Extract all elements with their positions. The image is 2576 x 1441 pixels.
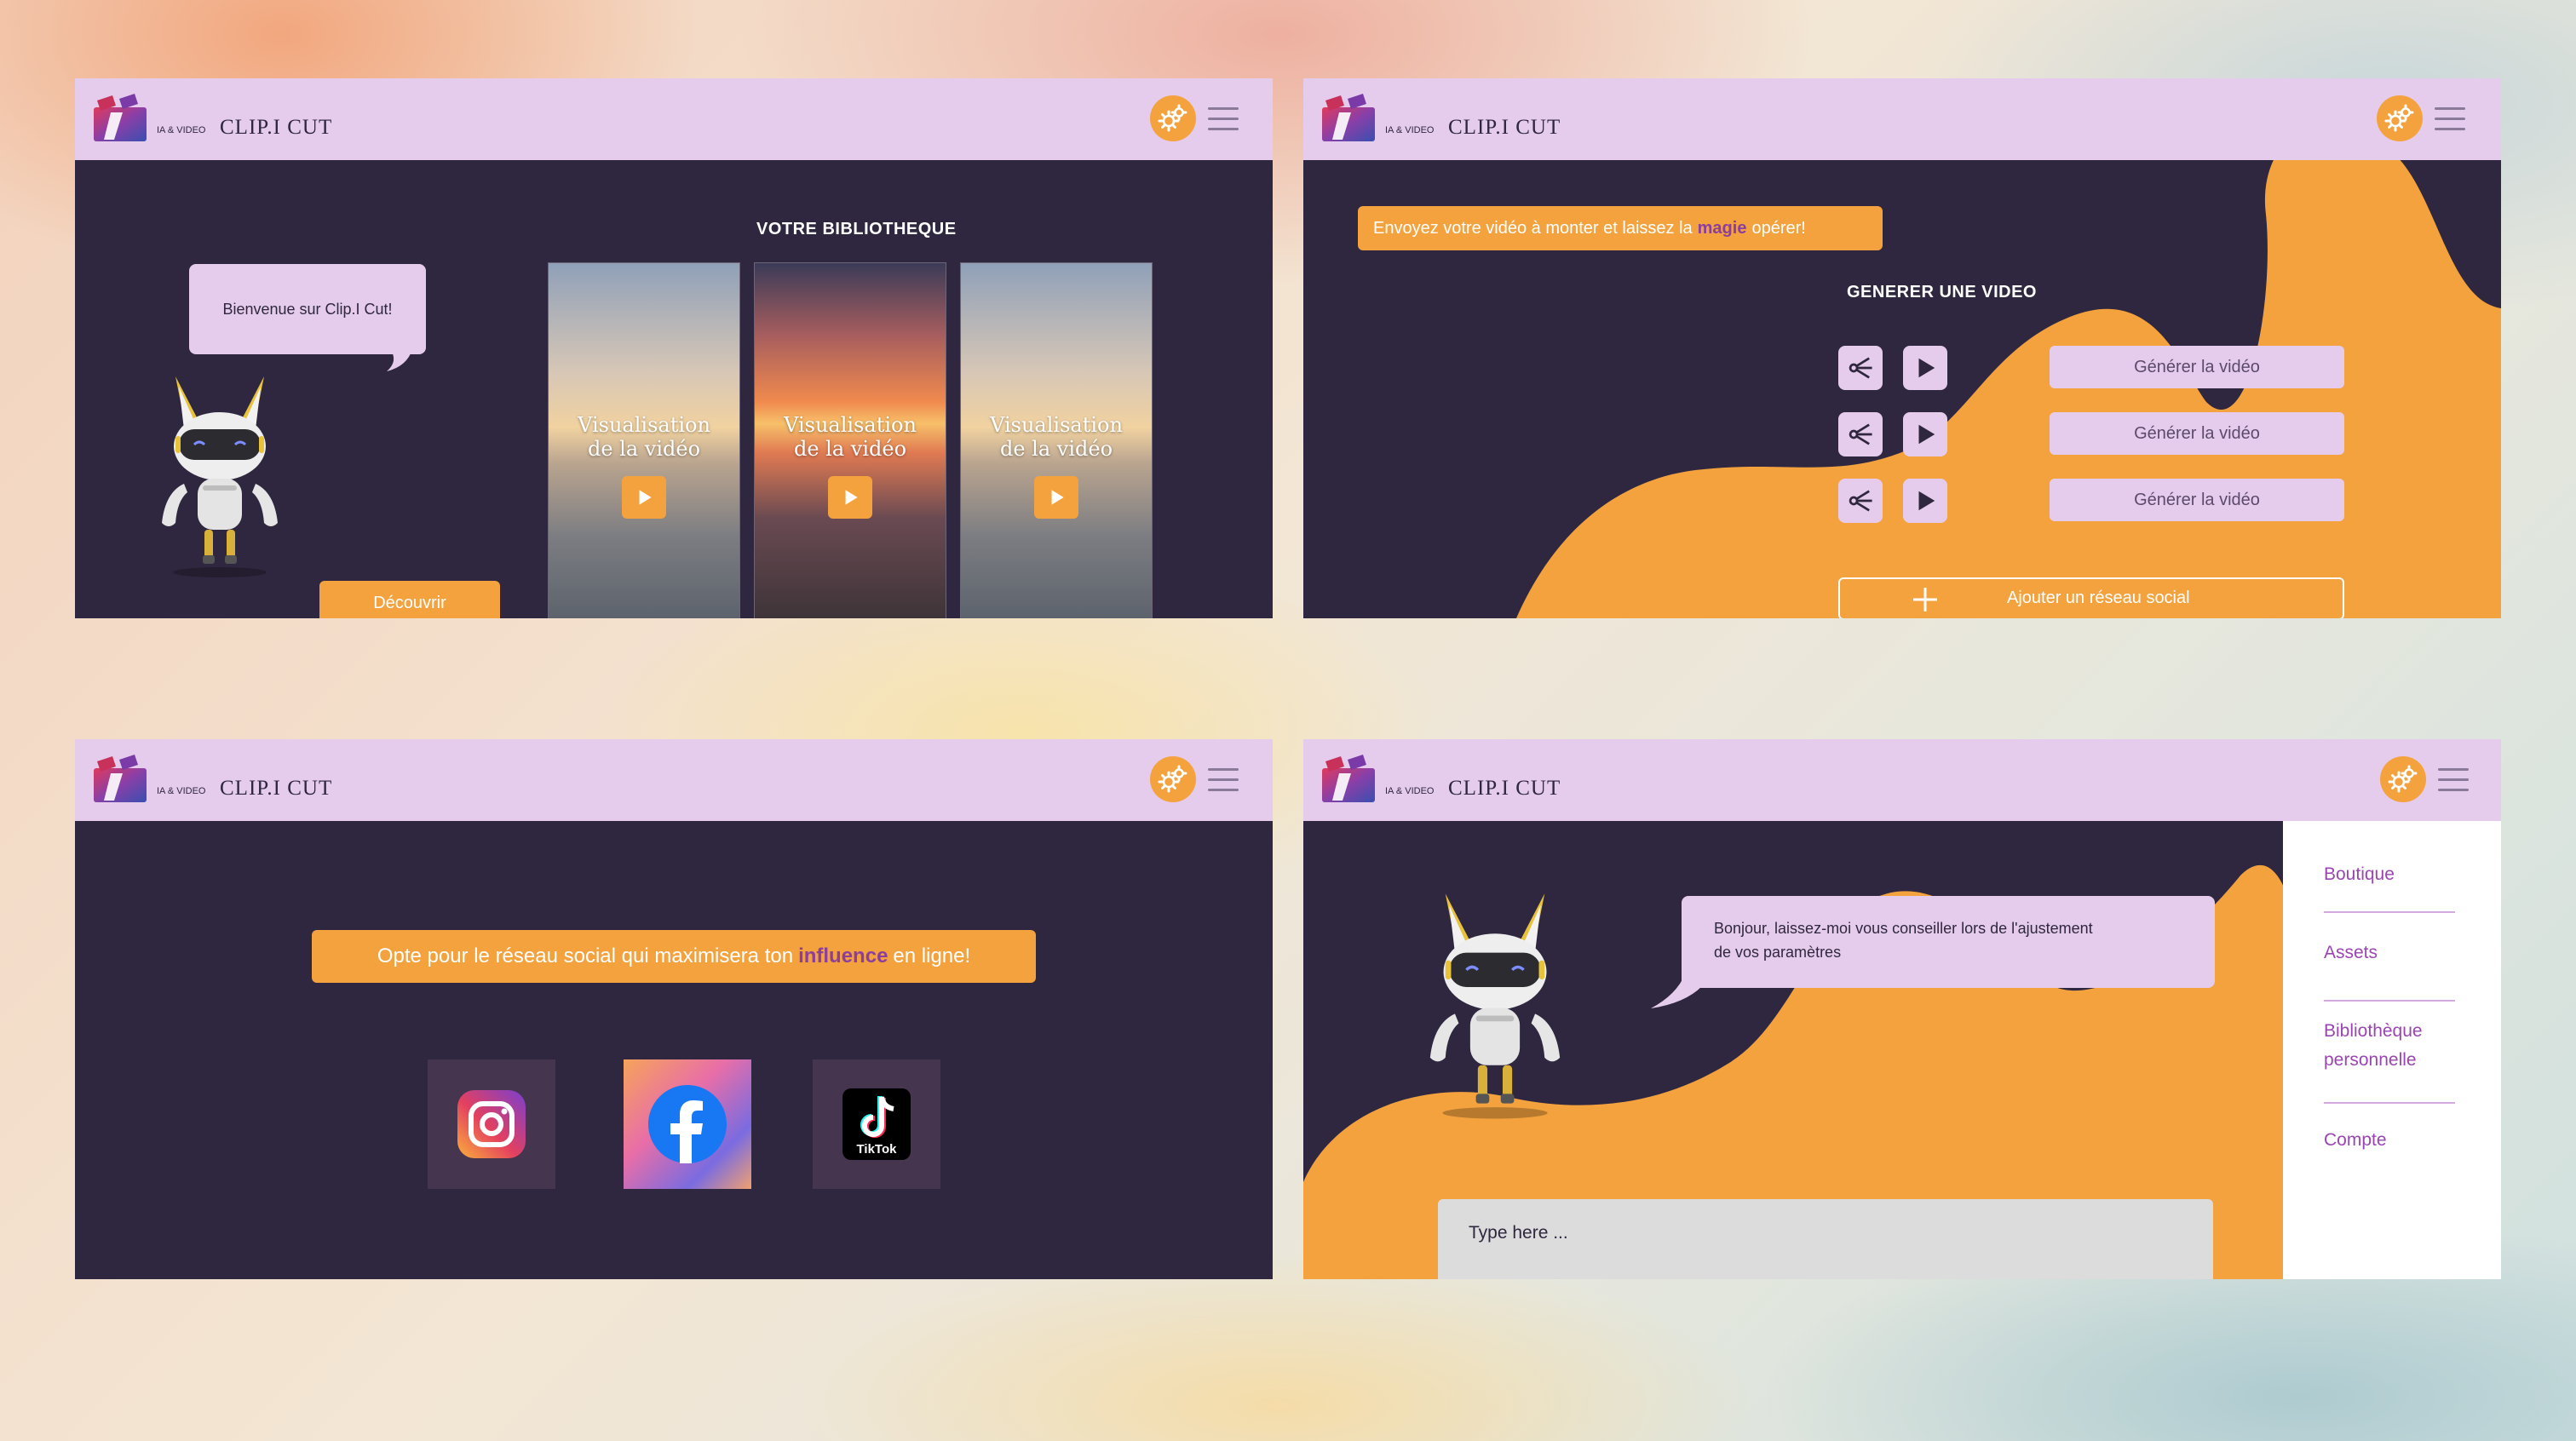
greeting-text: Bienvenue sur Clip.I Cut! [222,300,393,318]
video-caption: Visualisation de la vidéo [990,413,1123,461]
brand-tagline: IA & VIDEO [157,125,206,135]
social-choice-screen: IA & VIDEO CLIP.I CUT Opte pour le résea… [75,739,1273,1279]
video-caption: Visualisation de la vidéo [784,413,917,461]
app-header: IA & VIDEO CLIP.I CUT [75,739,1273,821]
side-menu: Boutique Assets Bibliothèque personnelle… [2283,821,2501,1279]
generate-video-button[interactable]: Générer la vidéo [2050,479,2344,521]
clip-logo-icon[interactable] [1322,94,1375,141]
settings-button[interactable] [2380,756,2426,802]
instagram-icon [457,1090,526,1158]
instagram-option[interactable] [428,1059,555,1189]
greeting-bubble: Bienvenue sur Clip.I Cut! [189,264,426,354]
app-header: IA & VIDEO CLIP.I CUT [75,78,1273,160]
tiktok-label: TikTok [857,1142,898,1157]
menu-divider [2324,1000,2455,1002]
share-icon [1846,486,1875,515]
gears-icon [2383,101,2417,135]
play-button[interactable] [622,476,666,519]
clip-logo-icon[interactable] [94,755,147,802]
hamburger-menu-icon[interactable] [1208,107,1239,131]
brand-name: CLIP.I CUT [1448,777,1561,800]
brand-name: CLIP.I CUT [1448,116,1561,139]
share-button[interactable] [1838,346,1883,390]
bubble-tail [387,349,412,371]
clip-logo-icon[interactable] [1322,755,1375,802]
discover-button[interactable]: Découvrir [319,581,500,618]
video-caption: Visualisation de la vidéo [578,413,710,461]
play-icon [1912,422,1938,447]
clip-logo-icon[interactable] [94,94,147,141]
discover-label: Découvrir [373,593,446,612]
generate-video-button[interactable]: Générer la vidéo [2050,412,2344,455]
settings-button[interactable] [2377,95,2423,141]
share-icon [1846,353,1875,382]
video-thumbnail[interactable]: Visualisation de la vidéo [754,262,946,618]
video-thumbnail[interactable]: Visualisation de la vidéo [548,262,740,618]
brand-name: CLIP.I CUT [220,777,333,800]
tiktok-option[interactable]: TikTok [813,1059,940,1189]
share-icon [1846,420,1875,449]
chat-input-placeholder: Type here ... [1469,1223,1568,1243]
plus-icon [1913,588,1937,611]
play-icon [839,486,861,508]
brand-tagline: IA & VIDEO [157,786,206,796]
play-button[interactable] [1903,346,1947,390]
play-button[interactable] [1903,412,1947,456]
library-screen: IA & VIDEO CLIP.I CUT Bienvenue sur Clip… [75,78,1273,618]
generate-video-button[interactable]: Générer la vidéo [2050,346,2344,388]
add-social-label: Ajouter un réseau social [2007,588,2190,607]
brand-name: CLIP.I CUT [220,116,333,139]
bubble-tail [1651,974,1702,1008]
settings-button[interactable] [1150,95,1196,141]
menu-item-boutique[interactable]: Boutique [2324,860,2455,889]
social-banner: Opte pour le réseau social qui maximiser… [312,930,1036,983]
tiktok-icon: TikTok [842,1088,911,1160]
gears-icon [1156,101,1190,135]
assistant-screen: IA & VIDEO CLIP.I CUT Bonjour, laissez-m… [1303,739,2501,1279]
robot-mascot [135,368,305,581]
brand-tagline: IA & VIDEO [1385,125,1435,135]
robot-mascot [1397,884,1593,1122]
generate-screen: IA & VIDEO CLIP.I CUT Envoyez votre vidé… [1303,78,2501,618]
menu-item-personal-library[interactable]: Bibliothèque personnelle [2324,1017,2455,1075]
menu-divider [2324,1102,2455,1104]
play-button[interactable] [828,476,872,519]
hamburger-menu-icon[interactable] [2438,768,2469,792]
play-icon [1912,355,1938,381]
generate-title: GENERER UNE VIDEO [1847,283,2037,301]
assistant-message-bubble: Bonjour, laissez-moi vous conseiller lor… [1682,896,2215,988]
hamburger-menu-icon[interactable] [1208,768,1239,792]
menu-item-assets[interactable]: Assets [2324,939,2455,967]
library-title: VOTRE BIBLIOTHEQUE [756,220,957,238]
settings-button[interactable] [1150,756,1196,802]
facebook-icon [648,1085,727,1163]
share-button[interactable] [1838,479,1883,523]
play-icon [1045,486,1067,508]
menu-item-account[interactable]: Compte [2324,1126,2455,1155]
play-icon [633,486,655,508]
share-button[interactable] [1838,412,1883,456]
app-header: IA & VIDEO CLIP.I CUT [1303,739,2501,821]
gears-icon [2386,762,2420,796]
hamburger-menu-icon[interactable] [2435,107,2465,131]
facebook-option[interactable] [624,1059,751,1189]
play-button[interactable] [1903,479,1947,523]
menu-divider [2324,911,2455,913]
gears-icon [1156,762,1190,796]
play-icon [1912,488,1938,514]
add-social-network-button[interactable]: Ajouter un réseau social [1838,577,2344,618]
brand-tagline: IA & VIDEO [1385,786,1435,796]
video-thumbnail[interactable]: Visualisation de la vidéo [960,262,1153,618]
chat-input[interactable]: Type here ... [1438,1199,2213,1279]
upload-banner: Envoyez votre vidéo à monter et laissez … [1358,206,1883,250]
app-header: IA & VIDEO CLIP.I CUT [1303,78,2501,160]
play-button[interactable] [1034,476,1078,519]
